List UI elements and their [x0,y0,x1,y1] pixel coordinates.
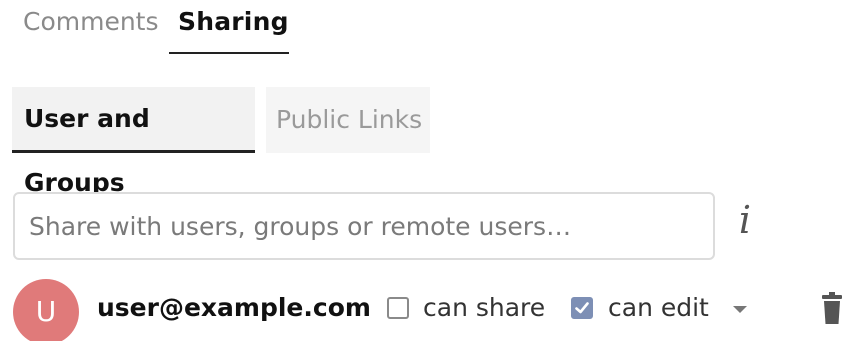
avatar: U [13,279,79,341]
tab-sharing[interactable]: Sharing [178,6,289,38]
can-edit-checkbox[interactable] [571,297,593,319]
tab-comments[interactable]: Comments [23,6,159,38]
subtab-users-and-groups[interactable]: User and Groups [12,87,255,197]
can-share-checkbox[interactable] [387,297,409,319]
info-icon[interactable]: i [733,196,757,244]
share-with-input[interactable] [13,192,715,260]
checkmark-icon [575,302,589,314]
can-edit-label[interactable]: can edit [608,290,709,326]
sharing-panel: Comments Sharing User and Groups Public … [0,0,842,341]
top-tab-bar: Comments Sharing [0,0,842,60]
trash-icon[interactable] [822,290,842,324]
can-share-label[interactable]: can share [423,290,545,326]
chevron-down-icon[interactable] [733,306,747,313]
subtab-public-links[interactable]: Public Links [266,87,430,153]
share-user-email: user@example.com [97,293,371,322]
tab-sharing-active-indicator [169,52,289,54]
